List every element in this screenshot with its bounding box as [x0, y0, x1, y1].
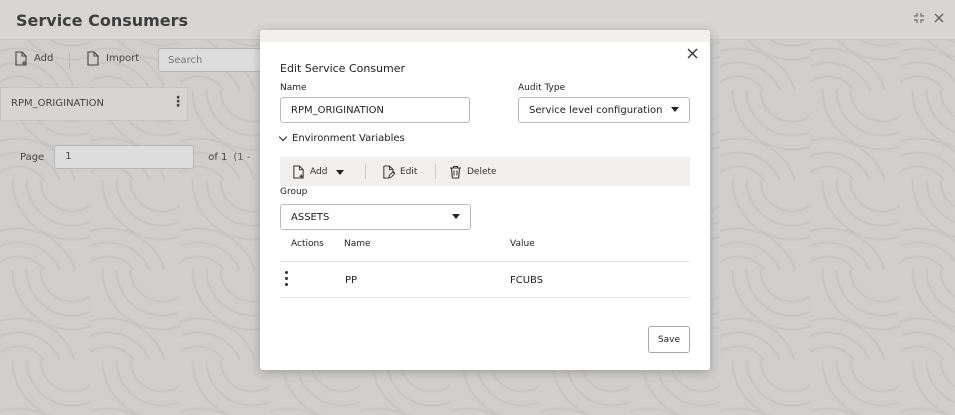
table-header-name: Name: [344, 239, 371, 249]
chevron-down-icon: [278, 132, 288, 142]
group-select[interactable]: ASSETS: [280, 204, 471, 230]
env-add-button[interactable]: Add: [292, 165, 345, 179]
dropdown-caret-icon[interactable]: [336, 169, 345, 175]
toolbar-divider: [435, 164, 436, 179]
dialog-close-icon[interactable]: [687, 48, 698, 59]
environment-variables-toggle[interactable]: Environment Variables: [278, 132, 405, 144]
dropdown-caret-icon: [671, 107, 679, 112]
group-label: Group: [280, 187, 308, 197]
environment-variables-label: Environment Variables: [292, 133, 405, 144]
table-header-value: Value: [510, 239, 535, 249]
audit-type-value: Service level configuration: [529, 105, 663, 116]
env-edit-label: Edit: [400, 167, 418, 177]
add-file-icon: [292, 165, 305, 179]
group-value: ASSETS: [291, 212, 330, 223]
env-delete-label: Delete: [467, 167, 497, 177]
table-header-actions: Actions: [291, 239, 324, 249]
save-button[interactable]: Save: [648, 326, 690, 353]
env-add-label: Add: [310, 167, 328, 177]
audit-type-select[interactable]: Service level configuration: [518, 97, 690, 123]
env-edit-button[interactable]: Edit: [382, 165, 417, 179]
dialog-title: Edit Service Consumer: [280, 62, 406, 75]
name-field-value: RPM_ORIGINATION: [291, 105, 385, 116]
dialog-header-strip: [260, 30, 710, 42]
edit-service-consumer-dialog: Edit Service Consumer Name RPM_ORIGINATI…: [260, 30, 710, 370]
audit-type-label: Audit Type: [518, 83, 566, 93]
toolbar-divider: [365, 164, 366, 179]
row-value-cell: FCUBS: [510, 275, 544, 286]
edit-file-icon: [382, 165, 395, 179]
row-actions-kebab-icon[interactable]: [285, 271, 288, 286]
dropdown-caret-icon: [452, 214, 460, 219]
table-divider: [280, 261, 690, 262]
trash-icon: [449, 165, 462, 179]
env-delete-button[interactable]: Delete: [449, 165, 497, 179]
table-divider: [280, 297, 690, 298]
env-variables-toolbar: Add Edit Delete: [280, 157, 690, 186]
name-label: Name: [280, 83, 307, 93]
row-name-cell: PP: [345, 275, 358, 286]
name-field[interactable]: RPM_ORIGINATION: [280, 97, 470, 123]
